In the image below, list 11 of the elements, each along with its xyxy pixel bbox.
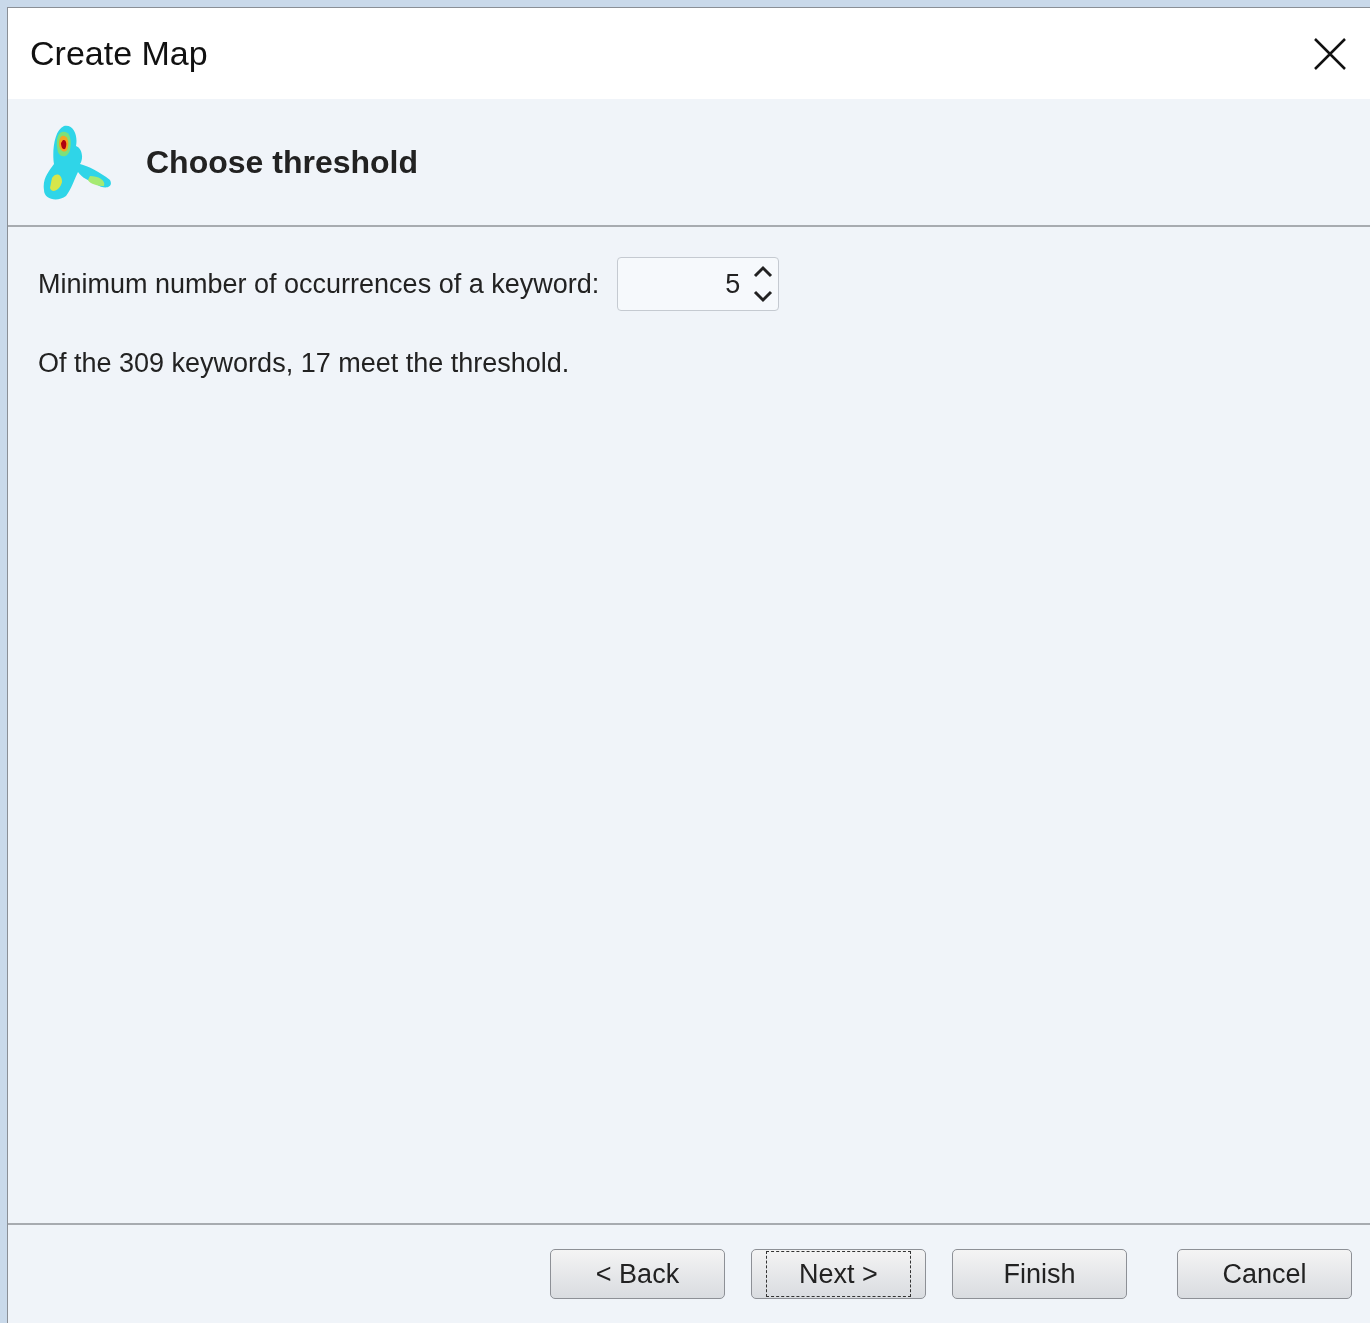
wizard-button[interactable]: < Back <box>550 1249 725 1299</box>
step-title: Choose threshold <box>146 143 418 182</box>
close-icon <box>1313 36 1347 71</box>
occurrences-spinbox[interactable]: 5 <box>617 257 780 311</box>
spinbox-value: 5 <box>724 267 742 301</box>
field-label: Minimum number of occurrences of a keyword: <box>38 267 600 301</box>
window-title: Create Map <box>30 33 208 74</box>
wizard-button[interactable]: Finish <box>952 1249 1127 1299</box>
wizard-button[interactable]: Next > <box>751 1249 926 1299</box>
wizard-button[interactable]: Cancel <box>1177 1249 1352 1299</box>
summary-text: Of the 309 keywords, 17 meet the threshold. <box>38 347 571 380</box>
